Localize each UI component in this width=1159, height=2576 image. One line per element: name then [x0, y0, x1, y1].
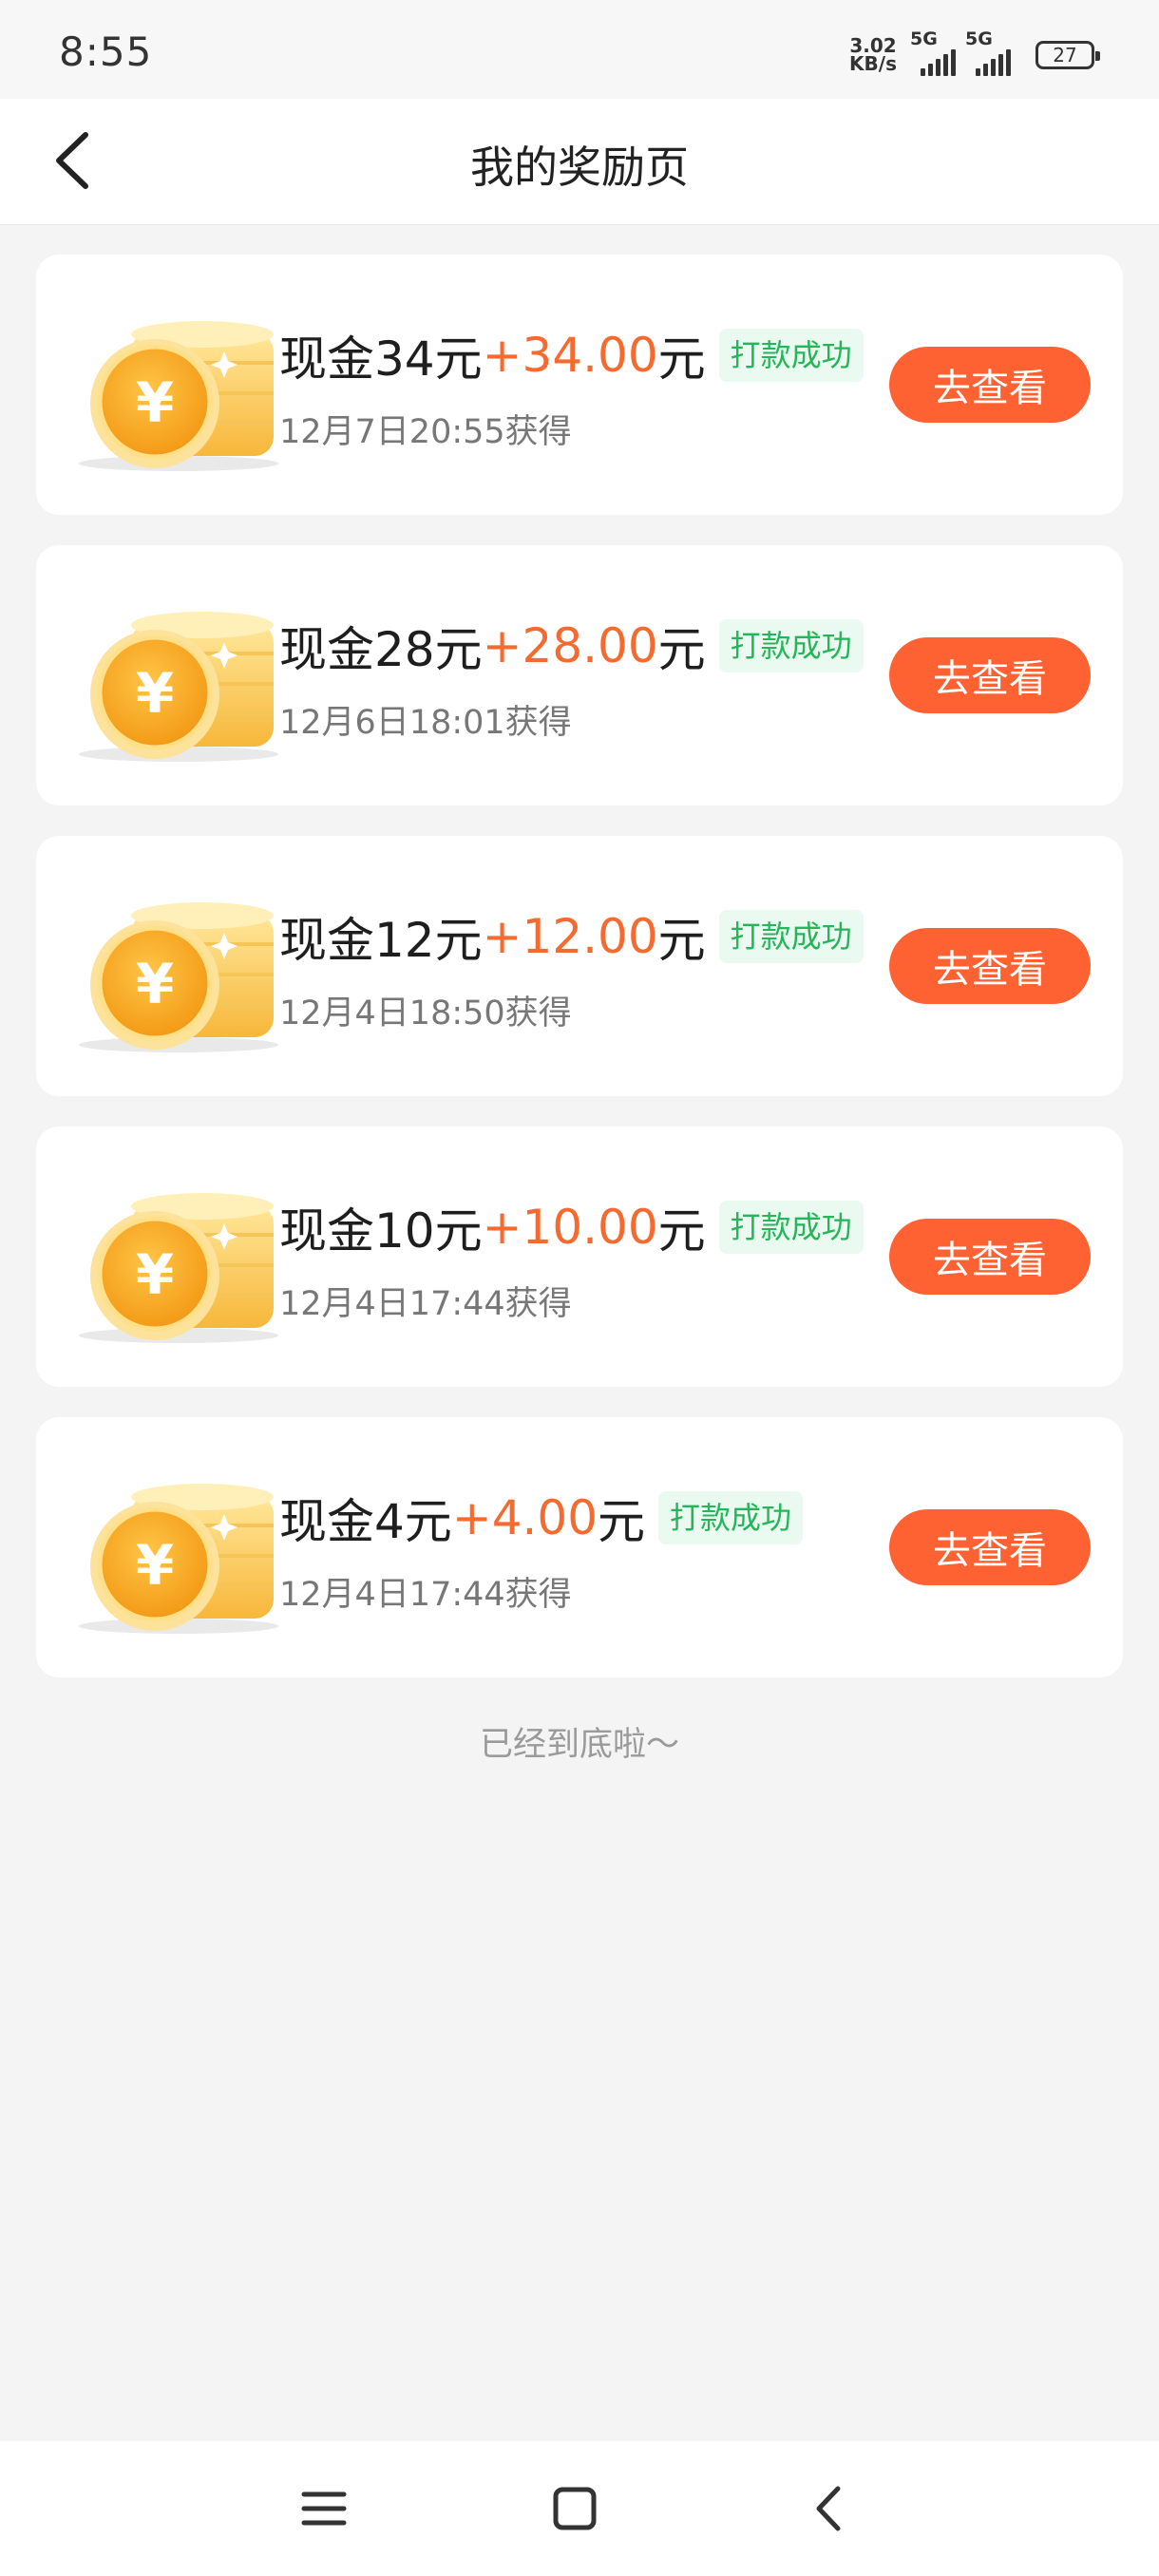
reward-title: 现金34元	[279, 331, 483, 387]
sim1-label: 5G	[910, 28, 938, 49]
reward-unit: 元	[657, 331, 706, 387]
reward-date: 12月4日17:44获得	[279, 1285, 572, 1323]
net-speed: 3.02 KB/s	[849, 36, 897, 75]
coin-stack-icon: ¥	[65, 885, 293, 1056]
coin-stack-icon: ¥	[79, 321, 278, 471]
screen: 8:55 3.02 KB/s 5G 5G 27 我的奖励页 ¥ 现金34元 +3…	[0, 0, 1159, 2576]
reward-title-row: 现金28元 +28.00 元 打款成功	[279, 612, 864, 680]
reward-date: 12月4日18:50获得	[279, 994, 572, 1032]
view-button[interactable]: 去查看	[889, 1219, 1091, 1295]
reward-card: ¥ 现金34元 +34.00 元 打款成功 12月7日20:55获得 去查看	[36, 255, 1123, 515]
status-badge: 打款成功	[658, 1491, 804, 1544]
reward-unit: 元	[598, 1494, 646, 1549]
nav-back-button[interactable]	[796, 2475, 863, 2542]
battery-icon: 27	[1036, 41, 1100, 69]
reward-list: ¥ 现金34元 +34.00 元 打款成功 12月7日20:55获得 去查看 ¥…	[36, 255, 1123, 1708]
reward-amount: +28.00	[482, 618, 658, 673]
svg-text:¥: ¥	[136, 661, 174, 726]
reward-card: ¥ 现金28元 +28.00 元 打款成功 12月6日18:01获得 去查看	[36, 545, 1123, 805]
reward-amount: +4.00	[451, 1490, 598, 1545]
back-triangle-icon	[816, 2486, 841, 2531]
reward-date: 12月4日17:44获得	[279, 1576, 572, 1614]
reward-amount: +34.00	[482, 328, 658, 383]
status-time: 8:55	[59, 28, 153, 75]
reward-unit: 元	[657, 622, 706, 677]
coin-stack-icon: ¥	[79, 612, 278, 762]
signal-icon: 5G	[965, 28, 1011, 76]
coin-stack-icon: ¥	[79, 1193, 278, 1343]
view-button[interactable]: 去查看	[889, 1509, 1091, 1585]
status-badge: 打款成功	[718, 329, 864, 382]
reward-title: 现金12元	[279, 913, 483, 968]
reward-title-row: 现金4元 +4.00 元 打款成功	[279, 1484, 804, 1552]
view-button[interactable]: 去查看	[889, 637, 1091, 713]
menu-button[interactable]	[291, 2475, 357, 2542]
list-end-text: 已经到底啦～	[479, 1726, 679, 1764]
svg-text:¥: ¥	[136, 1533, 174, 1598]
reward-card: ¥ 现金12元 +12.00 元 打款成功 12月4日18:50获得 去查看	[36, 836, 1123, 1096]
reward-title: 现金10元	[279, 1203, 483, 1259]
system-nav-bar	[0, 2441, 1159, 2576]
reward-title-row: 现金12元 +12.00 元 打款成功	[279, 902, 864, 971]
svg-text:¥: ¥	[136, 1242, 174, 1307]
coin-stack-icon: ¥	[65, 304, 293, 475]
svg-text:¥: ¥	[136, 952, 174, 1016]
coin-stack-icon: ¥	[65, 1176, 293, 1347]
reward-title: 现金28元	[279, 622, 483, 677]
status-badge: 打款成功	[718, 1201, 864, 1254]
sim2-label: 5G	[965, 28, 993, 49]
coin-stack-icon: ¥	[65, 1467, 293, 1638]
status-icons: 3.02 KB/s 5G 5G 27	[849, 28, 1100, 76]
signal-icon: 5G	[910, 28, 956, 76]
reward-unit: 元	[657, 1203, 706, 1259]
reward-amount: +12.00	[482, 909, 658, 964]
reward-title: 现金4元	[279, 1494, 452, 1549]
view-button[interactable]: 去查看	[889, 347, 1091, 423]
view-button[interactable]: 去查看	[889, 928, 1091, 1004]
reward-date: 12月6日18:01获得	[279, 704, 572, 742]
status-badge: 打款成功	[718, 910, 864, 963]
coin-stack-icon: ¥	[65, 595, 293, 766]
coin-stack-icon: ¥	[79, 1484, 278, 1634]
home-button[interactable]	[542, 2475, 608, 2542]
home-square-icon	[553, 2487, 597, 2530]
header: 我的奖励页	[0, 99, 1159, 225]
battery-level: 27	[1053, 44, 1077, 66]
reward-title-row: 现金34元 +34.00 元 打款成功	[279, 321, 864, 389]
net-speed-unit: KB/s	[849, 52, 897, 75]
reward-card: ¥ 现金4元 +4.00 元 打款成功 12月4日17:44获得 去查看	[36, 1417, 1123, 1677]
reward-date: 12月7日20:55获得	[279, 413, 572, 451]
reward-card: ¥ 现金10元 +10.00 元 打款成功 12月4日17:44获得 去查看	[36, 1127, 1123, 1387]
reward-unit: 元	[657, 913, 706, 968]
status-badge: 打款成功	[718, 619, 864, 672]
svg-text:¥: ¥	[136, 370, 174, 435]
menu-icon	[301, 2491, 347, 2526]
page-title: 我的奖励页	[470, 142, 689, 193]
reward-title-row: 现金10元 +10.00 元 打款成功	[279, 1193, 864, 1261]
reward-amount: +10.00	[482, 1200, 658, 1255]
status-bar: 8:55 3.02 KB/s 5G 5G 27	[0, 0, 1159, 99]
coin-stack-icon: ¥	[79, 902, 278, 1052]
